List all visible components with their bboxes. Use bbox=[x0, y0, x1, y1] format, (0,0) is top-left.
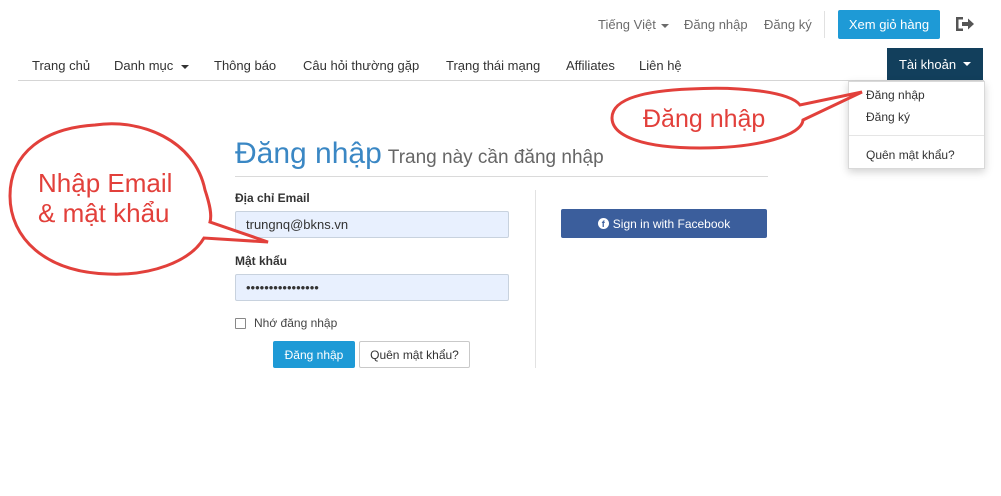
nav-network-status[interactable]: Trạng thái mạng bbox=[446, 58, 540, 73]
remember-me: Nhớ đăng nhập bbox=[235, 316, 337, 330]
nav-announcements[interactable]: Thông báo bbox=[214, 58, 276, 73]
top-login-link[interactable]: Đăng nhập bbox=[684, 17, 748, 32]
dropdown-login[interactable]: Đăng nhập bbox=[866, 88, 925, 102]
logout-icon[interactable] bbox=[955, 16, 975, 32]
language-selector[interactable]: Tiếng Việt bbox=[598, 17, 669, 32]
column-divider bbox=[535, 190, 536, 368]
nav-categories-label: Danh mục bbox=[114, 58, 174, 73]
dropdown-forgot-password[interactable]: Quên mật khẩu? bbox=[866, 148, 955, 162]
chevron-down-icon bbox=[660, 23, 669, 28]
left-callout-line1: Nhập Email bbox=[38, 168, 173, 198]
dropdown-divider bbox=[849, 135, 984, 136]
right-callout-text: Đăng nhập bbox=[643, 105, 766, 133]
nav-categories[interactable]: Danh mục bbox=[114, 58, 190, 73]
account-dropdown: Đăng nhập Đăng ký Quên mật khẩu? bbox=[848, 81, 985, 169]
nav-home[interactable]: Trang chủ bbox=[32, 58, 90, 73]
email-label: Địa chỉ Email bbox=[235, 191, 310, 205]
main-navbar: Trang chủ Danh mục Thông báo Câu hỏi thư… bbox=[18, 48, 984, 81]
dropdown-register[interactable]: Đăng ký bbox=[866, 110, 910, 124]
facebook-signin-button[interactable]: f Sign in with Facebook bbox=[561, 209, 767, 238]
email-field[interactable] bbox=[235, 211, 509, 238]
left-callout-line2: & mật khẩu bbox=[38, 198, 170, 228]
password-label: Mật khẩu bbox=[235, 254, 288, 268]
heading-divider bbox=[235, 176, 768, 177]
left-callout-text: Nhập Email & mật khẩu bbox=[38, 168, 172, 228]
chevron-down-icon bbox=[181, 64, 190, 69]
chevron-down-icon bbox=[963, 62, 972, 66]
view-cart-button[interactable]: Xem giỏ hàng bbox=[838, 10, 940, 39]
nav-contact[interactable]: Liên hệ bbox=[639, 58, 682, 73]
nav-faq[interactable]: Câu hỏi thường gặp bbox=[303, 58, 419, 73]
password-field[interactable] bbox=[235, 274, 509, 301]
account-label: Tài khoản bbox=[898, 56, 957, 72]
remember-me-checkbox[interactable] bbox=[235, 317, 246, 329]
nav-affiliates[interactable]: Affiliates bbox=[566, 58, 615, 73]
top-bar: Tiếng Việt Đăng nhập Đăng ký Xem giỏ hàn… bbox=[0, 0, 1001, 48]
page-title: Đăng nhập bbox=[235, 137, 382, 170]
facebook-signin-label: Sign in with Facebook bbox=[612, 216, 731, 231]
top-divider bbox=[824, 11, 825, 38]
top-register-link[interactable]: Đăng ký bbox=[764, 17, 812, 32]
remember-me-label: Nhớ đăng nhập bbox=[254, 316, 338, 330]
page-heading: Đăng nhập Trang này cần đăng nhập bbox=[235, 137, 604, 171]
facebook-icon: f bbox=[597, 218, 609, 229]
account-menu-button[interactable]: Tài khoản bbox=[887, 48, 983, 80]
page-subtitle: Trang này cần đăng nhập bbox=[387, 147, 604, 168]
login-button[interactable]: Đăng nhập bbox=[273, 341, 355, 368]
language-label: Tiếng Việt bbox=[598, 17, 656, 32]
forgot-password-button[interactable]: Quên mật khẩu? bbox=[359, 341, 470, 368]
